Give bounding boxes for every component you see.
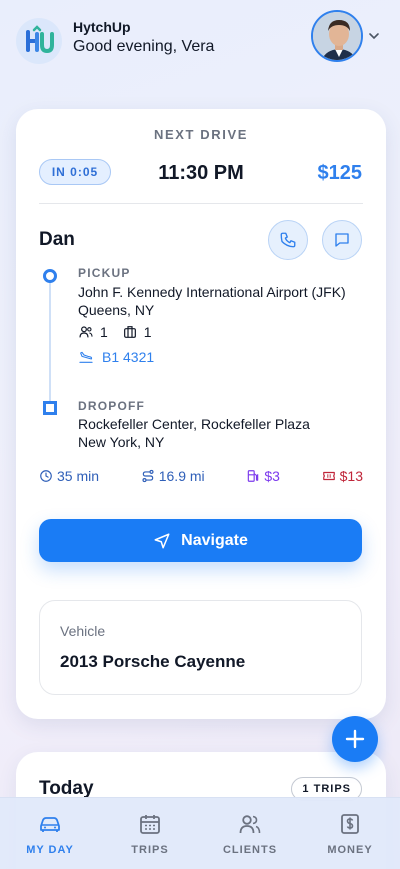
fuel-icon xyxy=(248,470,259,482)
plane-landing-icon xyxy=(79,351,93,363)
dollar-doc-icon xyxy=(341,814,359,834)
bag-count: 1 xyxy=(143,324,152,340)
flight-number: B1 4321 xyxy=(102,349,155,365)
client-name: Dan xyxy=(39,229,75,250)
route-line xyxy=(49,275,51,405)
duration-value: 35 min xyxy=(57,468,100,484)
pickup-label: PICKUP xyxy=(78,266,131,280)
distance-value: 16.9 mi xyxy=(158,468,205,484)
fuel-value: $3 xyxy=(264,468,280,484)
chevron-down-icon[interactable] xyxy=(368,30,380,42)
flight-info[interactable]: B1 4321 xyxy=(78,349,154,365)
phone-icon xyxy=(280,232,296,248)
next-drive-card: NEXT DRIVE IN 0:05 11:30 PM $125 Dan PIC… xyxy=(16,109,386,719)
tab-money[interactable]: MONEY xyxy=(300,798,400,869)
tab-clients-label: CLIENTS xyxy=(222,844,278,856)
passenger-count: 1 xyxy=(100,324,108,340)
tab-money-label: MONEY xyxy=(327,844,373,856)
dropoff-address-line2: New York, NY xyxy=(78,434,165,450)
tolls-value: $13 xyxy=(339,468,363,484)
tab-my-day[interactable]: MY DAY xyxy=(0,798,100,869)
pickup-meta: 1 1 xyxy=(78,324,152,340)
fuel-stat: $3 xyxy=(246,468,280,484)
calendar-icon xyxy=(140,815,160,834)
plus-icon xyxy=(345,729,365,749)
dropoff-address-line1: Rockefeller Center, Rockefeller Plaza xyxy=(78,416,310,432)
car-icon xyxy=(40,817,60,832)
tolls-stat: $13 xyxy=(322,468,363,484)
tab-trips-label: TRIPS xyxy=(131,844,169,856)
users-icon xyxy=(239,815,261,834)
tab-my-day-label: MY DAY xyxy=(26,844,74,856)
add-button[interactable] xyxy=(332,716,378,762)
vehicle-card[interactable]: Vehicle 2013 Porsche Cayenne xyxy=(39,600,362,695)
tab-clients[interactable]: CLIENTS xyxy=(200,798,300,869)
call-button[interactable] xyxy=(268,220,308,260)
chat-icon xyxy=(335,233,349,247)
navigate-label: Navigate xyxy=(181,531,248,549)
navigate-button[interactable]: Navigate xyxy=(39,519,362,562)
header: HytchUp Good evening, Vera xyxy=(0,0,400,80)
next-drive-heading: NEXT DRIVE xyxy=(153,127,248,142)
navigation-arrow-icon xyxy=(154,533,170,548)
dropoff-marker-icon xyxy=(43,401,57,415)
divider xyxy=(39,203,363,204)
clock-icon xyxy=(40,470,52,482)
trip-stats: 35 min 16.9 mi $3 $13 xyxy=(39,468,363,484)
pickup-address-line2: Queens, NY xyxy=(78,302,155,318)
avatar[interactable] xyxy=(311,10,363,62)
dropoff-label: DROPOFF xyxy=(78,399,146,413)
bottom-tab-bar: MY DAY TRIPS CLIENTS MONEY xyxy=(0,797,400,869)
vehicle-label: Vehicle xyxy=(60,623,106,639)
pickup-address-line1: John F. Kennedy International Airport (J… xyxy=(78,284,346,300)
app-logo xyxy=(16,18,62,64)
ticket-icon xyxy=(322,471,335,481)
passengers-icon xyxy=(79,326,93,338)
greeting-text: Good evening, Vera xyxy=(73,38,215,55)
message-button[interactable] xyxy=(322,220,362,260)
trip-price: $125 xyxy=(317,162,363,184)
luggage-icon xyxy=(123,326,136,338)
avatar-portrait-icon xyxy=(313,12,361,60)
logo-icon xyxy=(26,25,54,54)
route-icon xyxy=(142,469,154,483)
duration-stat: 35 min xyxy=(39,468,99,484)
vehicle-name: 2013 Porsche Cayenne xyxy=(60,652,246,671)
distance-stat: 16.9 mi xyxy=(141,468,205,484)
tab-trips[interactable]: TRIPS xyxy=(100,798,200,869)
pickup-marker-icon xyxy=(43,269,57,283)
brand-name: HytchUp xyxy=(73,19,131,35)
